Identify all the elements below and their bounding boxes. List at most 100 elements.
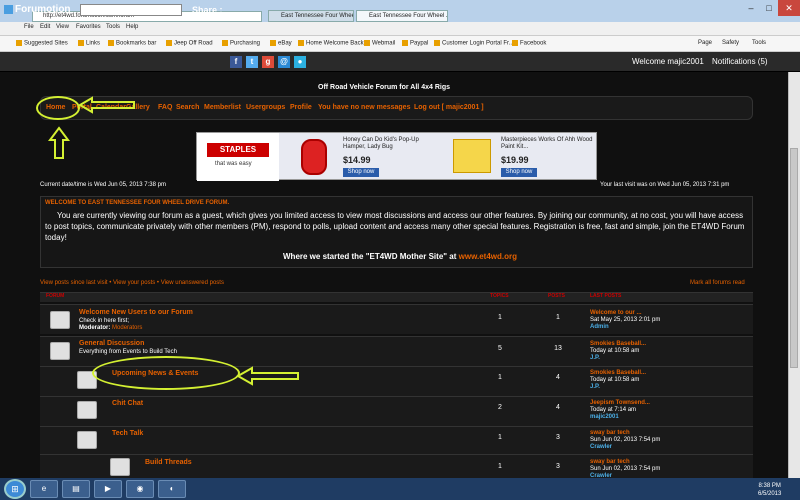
twitter-icon[interactable]: t <box>246 56 258 68</box>
topics-count: 1 <box>498 434 502 441</box>
menu-help[interactable]: Help <box>126 24 138 30</box>
folder-icon <box>108 40 114 46</box>
forumotion-search-input[interactable] <box>80 4 182 16</box>
forum-title[interactable]: Tech Talk <box>112 430 143 437</box>
welcome-text: You are currently viewing our forum as a… <box>45 211 745 242</box>
fav-paypal[interactable]: Paypal <box>402 40 428 47</box>
system-clock[interactable]: 8:38 PM 6/5/2013 <box>758 482 781 498</box>
fav-webmail[interactable]: Webmail <box>364 40 395 47</box>
nav-usergroups[interactable]: Usergroups <box>246 104 285 111</box>
forum-read-icon <box>50 311 70 329</box>
folder-icon <box>78 40 84 46</box>
header-posts: POSTS <box>548 293 565 299</box>
fav-jeep-off-road[interactable]: Jeep Off Road <box>166 40 213 47</box>
welcome-heading: WELCOME TO EAST TENNESSEE FOUR WHEEL DRI… <box>45 200 230 206</box>
site-icon <box>298 40 304 46</box>
quick-links[interactable]: View posts since last visit • View your … <box>40 280 224 286</box>
tools-menu[interactable]: Tools <box>752 40 766 46</box>
menu-view[interactable]: View <box>56 24 69 30</box>
tab-2[interactable]: East Tennessee Four Wheel ... <box>356 10 448 22</box>
forum-desc: Check in here first; <box>79 318 130 324</box>
media-player-icon[interactable]: ▶ <box>94 480 122 498</box>
site-icon <box>434 40 440 46</box>
posts-count: 1 <box>556 314 560 321</box>
tab-1[interactable]: East Tennessee Four Wheel Dri... <box>268 10 354 22</box>
fav-home-welcome-back[interactable]: Home Welcome Back <box>298 40 364 47</box>
nav-search[interactable]: Search <box>176 104 199 111</box>
rss-icon[interactable]: ● <box>294 56 306 68</box>
posts-count: 13 <box>554 345 562 352</box>
forum-title[interactable]: Build Threads <box>145 459 192 466</box>
forum-title[interactable]: Welcome New Users to our Forum <box>79 309 193 316</box>
ad2-text[interactable]: Masterpieces Works Of Ahh Wood Paint Kit… <box>501 133 597 181</box>
header-topics: TOPICS <box>490 293 509 299</box>
menu-favorites[interactable]: Favorites <box>76 24 101 30</box>
share-label: Share : <box>192 5 223 15</box>
email-icon[interactable]: @ <box>278 56 290 68</box>
fav-purchasing[interactable]: Purchasing <box>222 40 260 47</box>
facebook-icon[interactable]: f <box>230 56 242 68</box>
ie-icon[interactable]: e <box>30 480 58 498</box>
chrome-icon[interactable]: ◉ <box>126 480 154 498</box>
last-post: sway bar tech Sun Jun 02, 2013 7:54 pm Cra… <box>590 430 661 450</box>
ad1-text[interactable]: Honey Can Do Kid's Pop-Up Hamper, Lady B… <box>343 133 447 181</box>
staples-ad[interactable]: STAPLES that was easy <box>197 133 279 181</box>
topics-count: 2 <box>498 404 502 411</box>
topics-count: 5 <box>498 345 502 352</box>
google-icon[interactable]: g <box>262 56 274 68</box>
nav-messages[interactable]: You have no new messages <box>318 104 410 111</box>
fav-customer-login[interactable]: Customer Login Portal Fr... <box>434 40 514 47</box>
notifications-link[interactable]: Notifications (5) <box>712 57 768 66</box>
start-button[interactable]: ⊞ <box>4 479 26 499</box>
page-menu[interactable]: Page <box>698 40 712 46</box>
current-date: Current date/time is Wed Jun 05, 2013 7:… <box>40 182 166 188</box>
forumotion-logo[interactable]: Forumotion <box>4 4 71 15</box>
firefox-icon[interactable]: ◐ <box>158 480 186 498</box>
site-icon <box>364 40 370 46</box>
home-highlight-ellipse <box>36 96 80 120</box>
posts-count: 4 <box>556 374 560 381</box>
header-last-posts: LAST POSTS <box>590 293 622 299</box>
explorer-icon[interactable]: ▤ <box>62 480 90 498</box>
ad-banner[interactable]: STAPLES that was easy Honey Can Do Kid's… <box>196 132 597 181</box>
posts-count: 3 <box>556 434 560 441</box>
scrollbar-thumb[interactable] <box>790 148 798 368</box>
mother-site-line: Where we started the "ET4WD Mother Site"… <box>283 252 517 261</box>
folder-icon <box>166 40 172 46</box>
last-post: Smokies Baseball... Today at 10:58 am J.P. <box>590 341 647 361</box>
last-post: Smokies Baseball... Today at 10:58 am J.P. <box>590 370 647 390</box>
forum-title[interactable]: Chit Chat <box>112 400 143 407</box>
maximize-icon[interactable]: □ <box>760 0 778 16</box>
shop-now-button[interactable]: Shop now <box>501 168 537 177</box>
minimize-icon[interactable]: – <box>742 0 760 16</box>
fav-bookmarks-bar[interactable]: Bookmarks bar <box>108 40 156 47</box>
nav-logout[interactable]: Log out [ majic2001 ] <box>414 104 484 111</box>
fav-ebay[interactable]: eBay <box>270 40 292 47</box>
welcome-user[interactable]: Welcome majic2001 <box>632 57 704 66</box>
nav-memberlist[interactable]: Memberlist <box>204 104 241 111</box>
fav-links[interactable]: Links <box>78 40 100 47</box>
last-visit: Your last visit was on Wed Jun 05, 2013 … <box>600 182 730 188</box>
forum-read-icon <box>50 342 70 360</box>
nav-faq[interactable]: FAQ <box>158 104 172 111</box>
left-arrow-annotation <box>236 366 299 386</box>
hamper-image[interactable] <box>289 133 341 181</box>
menu-edit[interactable]: Edit <box>40 24 50 30</box>
last-post: Jeepism Townsend... Today at 7:14 am majic… <box>590 400 650 420</box>
mother-site-link[interactable]: www.et4wd.org <box>459 252 517 261</box>
topics-count: 1 <box>498 463 502 470</box>
nav-profile[interactable]: Profile <box>290 104 312 111</box>
paint-kit-image[interactable] <box>447 133 497 181</box>
fav-suggested-sites[interactable]: Suggested Sites <box>16 40 68 47</box>
posts-count: 4 <box>556 404 560 411</box>
upcoming-news-highlight-ellipse <box>92 356 240 390</box>
forumotion-icon <box>4 4 13 14</box>
close-icon[interactable]: ✕ <box>778 0 800 16</box>
fav-facebook[interactable]: Facebook <box>512 40 546 47</box>
menu-tools[interactable]: Tools <box>106 24 120 30</box>
forum-title[interactable]: General Discussion <box>79 340 144 347</box>
mark-forums-read[interactable]: Mark all forums read <box>690 280 745 286</box>
safety-menu[interactable]: Safety <box>722 40 739 46</box>
menu-file[interactable]: File <box>24 24 34 30</box>
shop-now-button[interactable]: Shop now <box>343 168 379 177</box>
